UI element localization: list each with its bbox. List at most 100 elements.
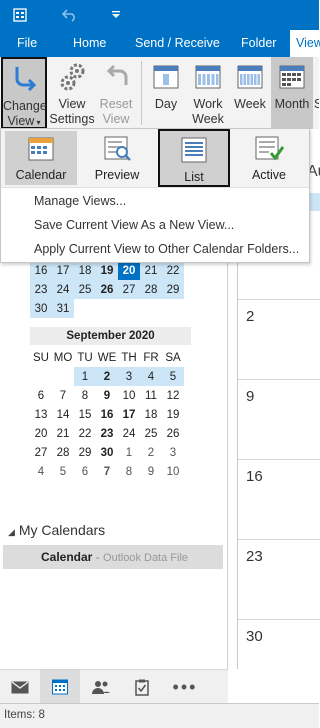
date-cell[interactable]: 3 <box>162 443 184 462</box>
day-cell[interactable]: 2 <box>238 299 320 380</box>
apply-view-item[interactable]: Apply Current View to Other Calendar Fol… <box>34 242 299 256</box>
view-option-active[interactable]: Active <box>233 131 305 185</box>
date-cell[interactable]: 23 <box>30 280 52 299</box>
save-view-item[interactable]: Save Current View As a New View... <box>34 218 234 232</box>
day-cell[interactable]: 9 <box>238 379 320 460</box>
date-cell[interactable]: 15 <box>74 405 96 424</box>
date-cell[interactable]: 10 <box>162 462 184 481</box>
outlook-app-icon[interactable] <box>10 0 30 30</box>
view-settings-button[interactable]: View Settings <box>49 57 95 129</box>
ribbon: Change View ▾ View Settings Reset View Day … <box>0 57 319 130</box>
date-cell[interactable]: 18 <box>74 261 96 280</box>
tab-home[interactable]: Home <box>73 30 106 57</box>
view-option-calendar[interactable]: Calendar <box>5 131 77 185</box>
date-cell[interactable]: 13 <box>30 405 52 424</box>
calendar-folder-item[interactable]: Calendar - Outlook Data File <box>3 545 223 569</box>
week-view-button[interactable]: Week <box>231 57 269 129</box>
date-cell[interactable]: 29 <box>74 443 96 462</box>
day-cell[interactable]: 23 <box>238 539 320 620</box>
date-cell[interactable]: 7 <box>52 386 74 405</box>
date-cell[interactable]: 18 <box>140 405 162 424</box>
date-cell[interactable]: 24 <box>118 424 140 443</box>
calendar-view-icon <box>28 137 54 164</box>
date-cell[interactable]: 27 <box>30 443 52 462</box>
date-cell[interactable]: 20 <box>30 424 52 443</box>
date-cell[interactable]: 5 <box>162 367 184 386</box>
date-cell[interactable]: 19 <box>96 261 118 280</box>
date-cell-today[interactable]: 20 <box>118 261 140 280</box>
date-cell[interactable]: 6 <box>30 386 52 405</box>
date-cell[interactable]: 2 <box>140 443 162 462</box>
date-cell[interactable]: 30 <box>96 443 118 462</box>
day-view-button[interactable]: Day <box>148 57 184 129</box>
date-cell[interactable]: 16 <box>30 261 52 280</box>
date-cell[interactable]: 10 <box>118 386 140 405</box>
tasks-icon[interactable] <box>122 670 162 704</box>
tab-send-receive[interactable]: Send / Receive <box>135 30 220 57</box>
date-cell[interactable]: 26 <box>162 424 184 443</box>
date-cell[interactable]: 2 <box>96 367 118 386</box>
mail-icon[interactable] <box>0 670 40 704</box>
change-view-button[interactable]: Change View ▾ <box>1 57 47 129</box>
date-cell[interactable]: 11 <box>140 386 162 405</box>
date-cell[interactable]: 19 <box>162 405 184 424</box>
date-cell[interactable]: 6 <box>74 462 96 481</box>
date-cell[interactable]: 30 <box>30 299 52 318</box>
customize-quick-access-icon[interactable] <box>108 0 124 30</box>
date-cell[interactable]: 31 <box>52 299 74 318</box>
tab-folder[interactable]: Folder <box>241 30 276 57</box>
date-cell[interactable]: 21 <box>52 424 74 443</box>
date-cell[interactable]: 22 <box>74 424 96 443</box>
date-cell[interactable]: 29 <box>162 280 184 299</box>
calendar-module-icon[interactable] <box>40 670 80 704</box>
month-view-button[interactable]: Month <box>271 57 313 129</box>
date-cell[interactable]: 22 <box>162 261 184 280</box>
date-cell[interactable]: 8 <box>74 386 96 405</box>
people-icon[interactable] <box>81 670 121 704</box>
tab-view[interactable]: View <box>290 30 320 57</box>
date-cell <box>30 367 52 386</box>
module-switcher: ••• <box>0 669 228 704</box>
undo-icon[interactable] <box>60 0 80 30</box>
day-number: 16 <box>246 468 263 485</box>
date-cell[interactable]: 17 <box>118 405 140 424</box>
date-cell[interactable]: 4 <box>30 462 52 481</box>
date-cell[interactable]: 9 <box>96 386 118 405</box>
date-cell[interactable]: 1 <box>74 367 96 386</box>
schedule-view-button[interactable]: S <box>314 57 319 129</box>
reset-view-button[interactable]: Reset View <box>96 57 136 129</box>
date-cell[interactable]: 8 <box>118 462 140 481</box>
my-calendars-group[interactable]: ◢ My Calendars <box>8 522 105 538</box>
date-cell[interactable]: 7 <box>96 462 118 481</box>
date-cell[interactable]: 9 <box>140 462 162 481</box>
tab-file[interactable]: File <box>17 30 37 57</box>
date-cell[interactable]: 3 <box>118 367 140 386</box>
day-cell[interactable]: 30 <box>238 619 320 670</box>
date-cell[interactable]: 16 <box>96 405 118 424</box>
date-cell[interactable]: 4 <box>140 367 162 386</box>
work-week-button[interactable]: Work Week <box>188 57 228 129</box>
date-cell[interactable]: 26 <box>96 280 118 299</box>
date-cell[interactable]: 24 <box>52 280 74 299</box>
day-number: 30 <box>246 628 263 645</box>
view-option-list[interactable]: List <box>158 129 230 187</box>
manage-views-item[interactable]: Manage Views... <box>34 194 126 208</box>
date-cell[interactable]: 28 <box>52 443 74 462</box>
date-cell[interactable]: 17 <box>52 261 74 280</box>
date-cell[interactable]: 23 <box>96 424 118 443</box>
reset-view-label-1: Reset <box>99 97 133 111</box>
date-cell[interactable]: 27 <box>118 280 140 299</box>
date-cell[interactable]: 5 <box>52 462 74 481</box>
date-cell[interactable]: 14 <box>52 405 74 424</box>
date-cell[interactable]: 25 <box>140 424 162 443</box>
view-option-preview[interactable]: Preview <box>81 131 153 185</box>
day-cell[interactable]: 16 <box>238 459 320 540</box>
calendar-folder-separator: - <box>92 550 104 564</box>
date-cell[interactable]: 25 <box>74 280 96 299</box>
more-options-icon[interactable]: ••• <box>165 670 205 704</box>
date-cell[interactable]: 28 <box>140 280 162 299</box>
date-cell[interactable]: 21 <box>140 261 162 280</box>
day-header-row: SU MO TU WE TH FR SA <box>30 348 184 367</box>
date-cell[interactable]: 1 <box>118 443 140 462</box>
date-cell[interactable]: 12 <box>162 386 184 405</box>
